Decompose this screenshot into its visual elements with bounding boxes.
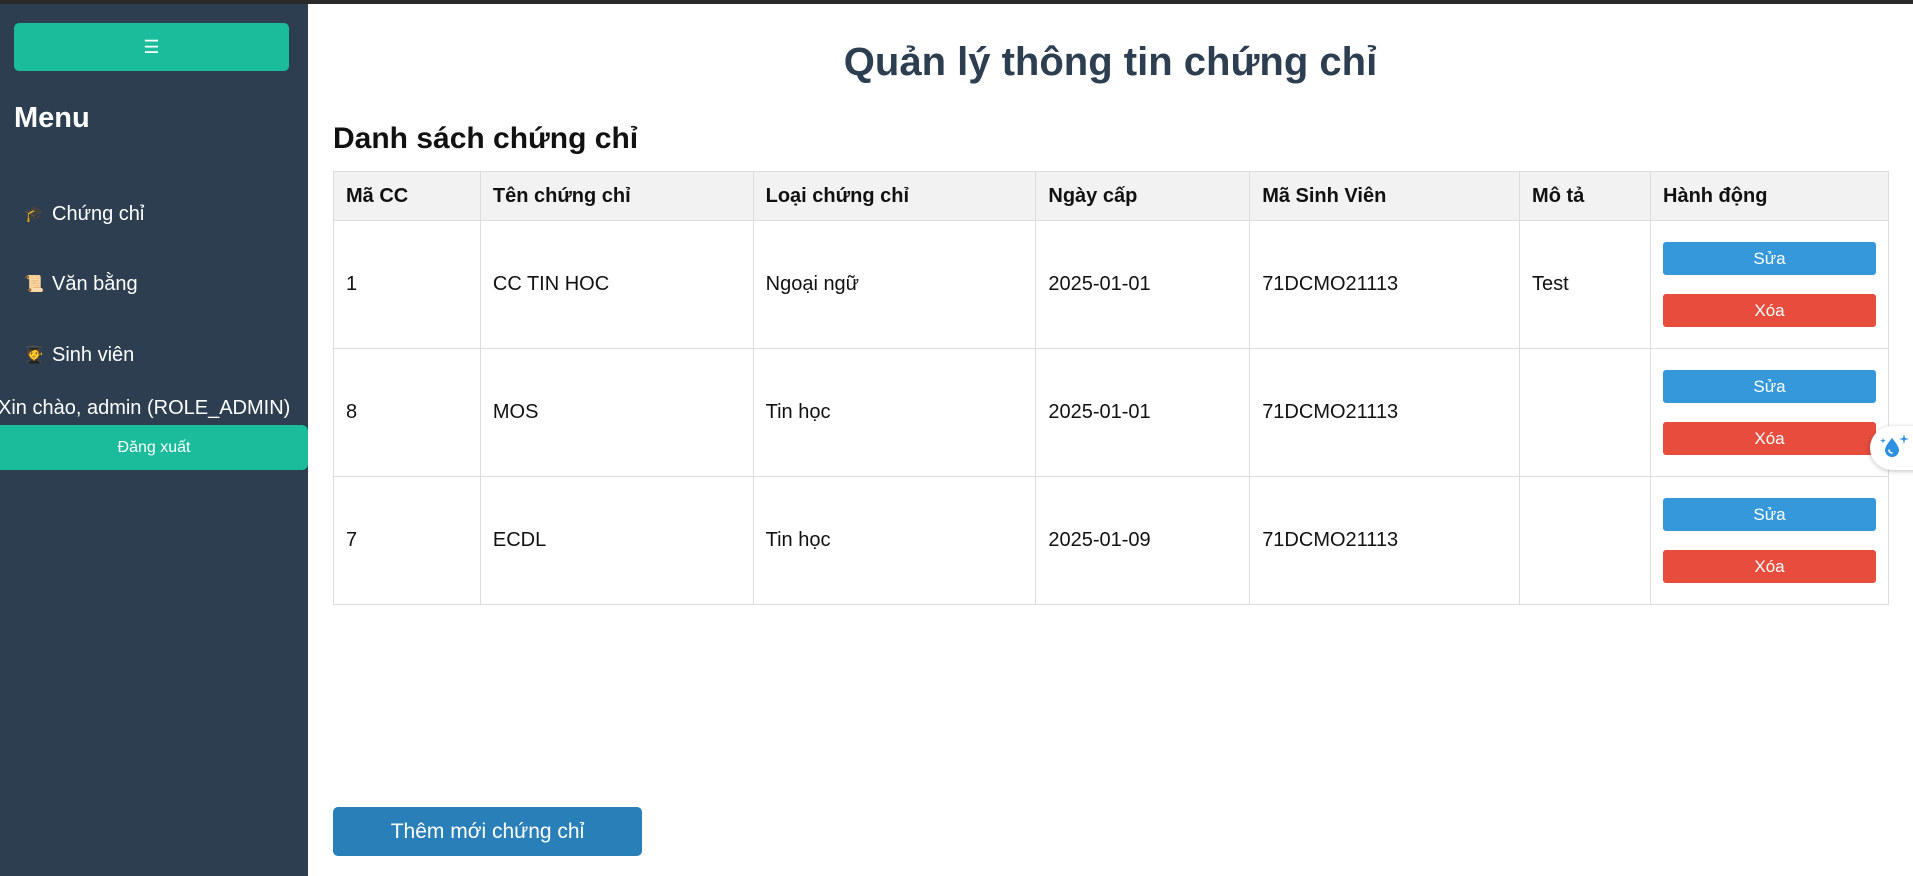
delete-button[interactable]: Xóa — [1663, 422, 1876, 455]
delete-button[interactable]: Xóa — [1663, 550, 1876, 583]
edit-button[interactable]: Sửa — [1663, 498, 1876, 531]
cell-type: Tin học — [752, 476, 1037, 605]
column-header: Mã CC — [333, 171, 481, 221]
cell-actions: Sửa Xóa — [1650, 220, 1889, 349]
floating-extension-widget[interactable] — [1870, 426, 1913, 470]
cell-name: CC TIN HOC — [479, 220, 754, 349]
user-greeting: Xin chào, admin (ROLE_ADMIN) — [0, 397, 291, 419]
sidebar-item-label: Sinh viên — [52, 343, 135, 366]
certificates-table: Mã CC Tên chứng chỉ Loại chứng chỉ Ngày … — [333, 171, 1889, 605]
page-title: Quản lý thông tin chứng chỉ — [843, 40, 1378, 84]
graduation-cap-icon: 🎓 — [24, 206, 44, 223]
delete-button[interactable]: Xóa — [1663, 294, 1876, 327]
cell-description — [1519, 476, 1651, 605]
cell-id: 1 — [333, 220, 481, 349]
cell-name: MOS — [479, 348, 754, 477]
sidebar-item-certificates[interactable]: 🎓 Chứng chỉ — [24, 197, 144, 231]
cell-name: ECDL — [479, 476, 754, 605]
cell-student-id: 71DCMO21113 — [1249, 476, 1521, 605]
column-header: Hành động — [1650, 171, 1889, 221]
edit-button[interactable]: Sửa — [1663, 370, 1876, 403]
table-header-row: Mã CC Tên chứng chỉ Loại chứng chỉ Ngày … — [333, 171, 1889, 221]
main-content: Quản lý thông tin chứng chỉ Danh sách ch… — [308, 4, 1913, 876]
cell-date: 2025-01-01 — [1035, 220, 1251, 349]
scroll-icon: 📜 — [24, 276, 44, 293]
cell-id: 7 — [333, 476, 481, 605]
water-drop-sparkle-icon — [1880, 432, 1910, 465]
sidebar-item-label: Chứng chỉ — [52, 202, 145, 225]
hamburger-icon: ☰ — [143, 37, 160, 57]
section-title: Danh sách chứng chỉ — [333, 122, 639, 155]
cell-type: Tin học — [752, 348, 1037, 477]
cell-actions: Sửa Xóa — [1650, 348, 1889, 477]
student-icon: 🧑‍🎓 — [24, 347, 44, 364]
column-header: Mã Sinh Viên — [1249, 171, 1521, 221]
cell-id: 8 — [333, 348, 481, 477]
column-header: Ngày cấp — [1035, 171, 1251, 221]
table-row: 7 ECDL Tin học 2025-01-09 71DCMO21113 Sử… — [333, 476, 1889, 605]
cell-description: Test — [1519, 220, 1651, 349]
cell-student-id: 71DCMO21113 — [1249, 220, 1521, 349]
column-header: Loại chứng chỉ — [752, 171, 1037, 221]
column-header: Mô tả — [1519, 171, 1651, 221]
cell-date: 2025-01-01 — [1035, 348, 1251, 477]
menu-title: Menu — [14, 102, 90, 134]
cell-student-id: 71DCMO21113 — [1249, 348, 1521, 477]
cell-actions: Sửa Xóa — [1650, 476, 1889, 605]
sidebar: ☰ Menu 🎓 Chứng chỉ 📜 Văn bằng 🧑‍🎓 Sinh v… — [0, 4, 308, 876]
table-row: 1 CC TIN HOC Ngoại ngữ 2025-01-01 71DCMO… — [333, 220, 1889, 349]
cell-description — [1519, 348, 1651, 477]
logout-button[interactable]: Đăng xuất — [0, 425, 308, 470]
table-row: 8 MOS Tin học 2025-01-01 71DCMO21113 Sửa… — [333, 348, 1889, 477]
sidebar-item-students[interactable]: 🧑‍🎓 Sinh viên — [24, 338, 134, 372]
column-header: Tên chứng chỉ — [479, 171, 754, 221]
menu-toggle-button[interactable]: ☰ — [14, 23, 289, 71]
edit-button[interactable]: Sửa — [1663, 242, 1876, 275]
sidebar-item-label: Văn bằng — [52, 272, 138, 295]
cell-date: 2025-01-09 — [1035, 476, 1251, 605]
sidebar-item-diplomas[interactable]: 📜 Văn bằng — [24, 267, 138, 301]
add-certificate-button[interactable]: Thêm mới chứng chỉ — [333, 807, 642, 856]
cell-type: Ngoại ngữ — [752, 220, 1037, 349]
